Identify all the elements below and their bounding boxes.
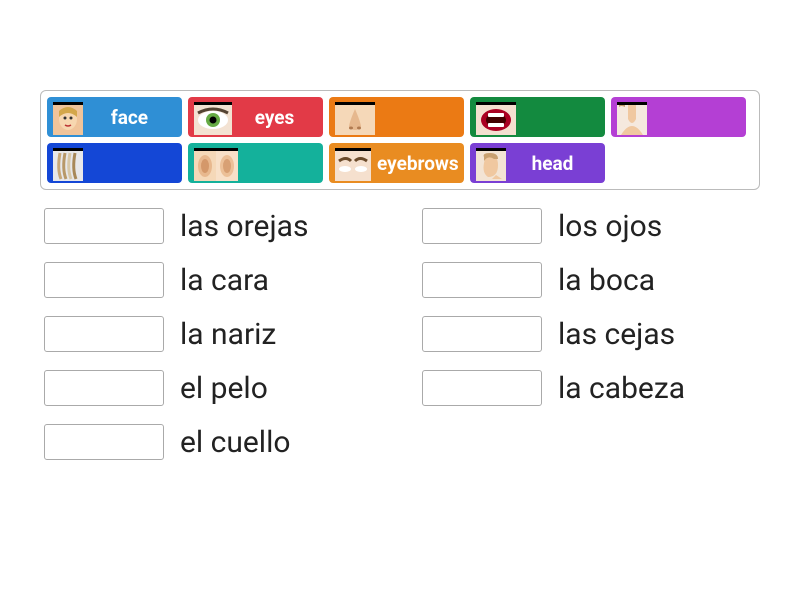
- dropzone[interactable]: [422, 208, 542, 244]
- ears-icon: [194, 148, 238, 178]
- tile-label: head: [526, 152, 580, 175]
- target-label: la nariz: [180, 317, 276, 352]
- target-label: los ojos: [558, 209, 662, 244]
- target-row: las orejas: [44, 208, 382, 244]
- neck-icon: [617, 102, 647, 132]
- head-side-icon: [476, 148, 506, 178]
- hair-icon: [53, 148, 83, 178]
- targets-right-column: los ojos la boca las cejas la cabeza: [422, 208, 760, 478]
- bank-row-1: face eyes: [47, 97, 753, 137]
- target-label: el pelo: [180, 371, 268, 406]
- tile-label: eyes: [249, 106, 301, 129]
- target-label: las cejas: [558, 317, 675, 352]
- tile-face[interactable]: face: [47, 97, 182, 137]
- dropzone[interactable]: [422, 262, 542, 298]
- eye-icon: [194, 102, 232, 132]
- targets-left-column: las orejas la cara la nariz el pelo el cuell…: [44, 208, 382, 478]
- tile-head[interactable]: head: [470, 143, 605, 183]
- tile-eyes[interactable]: eyes: [188, 97, 323, 137]
- tile-ears[interactable]: [188, 143, 323, 183]
- tile-hair[interactable]: [47, 143, 182, 183]
- tile-nose[interactable]: [329, 97, 464, 137]
- dropzone[interactable]: [422, 370, 542, 406]
- target-label: la boca: [558, 263, 655, 298]
- dropzone[interactable]: [422, 316, 542, 352]
- dropzone[interactable]: [44, 262, 164, 298]
- dropzone[interactable]: [44, 316, 164, 352]
- target-row: las cejas: [422, 316, 760, 352]
- tile-label: face: [105, 106, 154, 129]
- target-label: la cara: [180, 263, 269, 298]
- target-label: las orejas: [180, 209, 308, 244]
- target-row: la cabeza: [422, 370, 760, 406]
- tile-eyebrows[interactable]: eyebrows: [329, 143, 464, 183]
- tile-mouth[interactable]: [470, 97, 605, 137]
- target-row: el pelo: [44, 370, 382, 406]
- target-row: la boca: [422, 262, 760, 298]
- target-label: la cabeza: [558, 371, 685, 406]
- dropzone[interactable]: [44, 208, 164, 244]
- target-label: el cuello: [180, 425, 291, 460]
- targets-area: las orejas la cara la nariz el pelo el cuell…: [40, 208, 760, 478]
- face-woman-icon: [53, 102, 83, 132]
- dropzone[interactable]: [44, 424, 164, 460]
- mouth-icon: [476, 102, 516, 132]
- target-row: la cara: [44, 262, 382, 298]
- tile-neck[interactable]: [611, 97, 746, 137]
- bank-row-2: eyebrows head: [47, 143, 753, 183]
- target-row: el cuello: [44, 424, 382, 460]
- dropzone[interactable]: [44, 370, 164, 406]
- word-bank: face eyes eyebrows head: [40, 90, 760, 190]
- target-row: la nariz: [44, 316, 382, 352]
- tile-label: eyebrows: [371, 152, 465, 175]
- target-row: los ojos: [422, 208, 760, 244]
- nose-icon: [335, 102, 375, 132]
- eyebrows-icon: [335, 148, 371, 178]
